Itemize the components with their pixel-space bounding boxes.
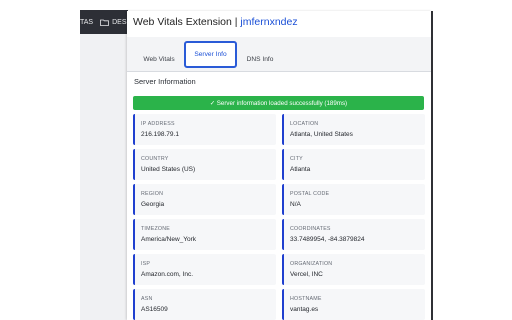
server-info-grid: IP ADDRESS 216.198.79.1 LOCATION Atlanta… [133, 114, 425, 320]
field-value: Amazon.com, Inc. [141, 271, 194, 278]
window-edge [431, 11, 433, 320]
info-card-timezone: TIMEZONE America/New_York [133, 219, 276, 250]
field-value: Georgia [141, 201, 165, 208]
field-value: Atlanta [290, 166, 311, 173]
field-label: COUNTRY [141, 156, 169, 162]
field-label: ASN [141, 296, 153, 302]
tab-web-vitals[interactable]: Web Vitals [135, 47, 183, 71]
field-label: TIMEZONE [141, 226, 170, 232]
info-card-region: REGION Georgia [133, 184, 276, 215]
username-link[interactable]: jmfernxndez [240, 16, 297, 28]
field-label: LOCATION [290, 121, 319, 127]
bookmark-item[interactable]: TAS [80, 19, 93, 26]
field-label: COORDINATES [290, 226, 331, 232]
folder-icon [100, 19, 110, 26]
browser-background [80, 34, 128, 320]
field-value: Atlanta, United States [290, 131, 353, 138]
info-card-postal-code: POSTAL CODE N/A [282, 184, 425, 215]
info-card-organization: ORGANIZATION Vercel, INC [282, 254, 425, 285]
info-card-isp: ISP Amazon.com, Inc. [133, 254, 276, 285]
field-value: 216.198.79.1 [141, 131, 179, 138]
field-label: ISP [141, 261, 151, 267]
info-card-city: CITY Atlanta [282, 149, 425, 180]
field-value: N/A [290, 201, 301, 208]
field-label: REGION [141, 191, 164, 197]
info-card-hostname: HOSTNAME vantag.es [282, 289, 425, 320]
field-value: America/New_York [141, 236, 197, 243]
field-label: CITY [290, 156, 303, 162]
field-label: POSTAL CODE [290, 191, 330, 197]
tab-bar: Web Vitals Server Info DNS Info [127, 37, 432, 72]
field-value: AS16509 [141, 306, 168, 313]
info-card-country: COUNTRY United States (US) [133, 149, 276, 180]
section-title: Server Information [134, 77, 196, 86]
info-card-location: LOCATION Atlanta, United States [282, 114, 425, 145]
field-label: HOSTNAME [290, 296, 322, 302]
popup-title: Web Vitals Extension | [133, 16, 238, 28]
bookmark-folder[interactable]: DES [112, 19, 126, 26]
tab-server-info[interactable]: Server Info [184, 41, 237, 68]
status-banner: ✓ Server information loaded successfully… [133, 96, 424, 110]
field-value: Vercel, INC [290, 271, 323, 278]
field-label: IP ADDRESS [141, 121, 175, 127]
field-value: United States (US) [141, 166, 196, 173]
info-card-ip-address: IP ADDRESS 216.198.79.1 [133, 114, 276, 145]
tab-dns-info[interactable]: DNS Info [241, 47, 279, 71]
popup-header: Web Vitals Extension | jmfernxndez [133, 16, 298, 36]
info-card-asn: ASN AS16509 [133, 289, 276, 320]
bookmarks-bar: TAS DES [80, 10, 128, 34]
info-card-coordinates: COORDINATES 33.7489954, -84.3879824 [282, 219, 425, 250]
field-value: vantag.es [290, 306, 319, 313]
extension-popup: Web Vitals Extension | jmfernxndez Web V… [127, 11, 432, 320]
field-label: ORGANIZATION [290, 261, 333, 267]
field-value: 33.7489954, -84.3879824 [290, 236, 365, 243]
